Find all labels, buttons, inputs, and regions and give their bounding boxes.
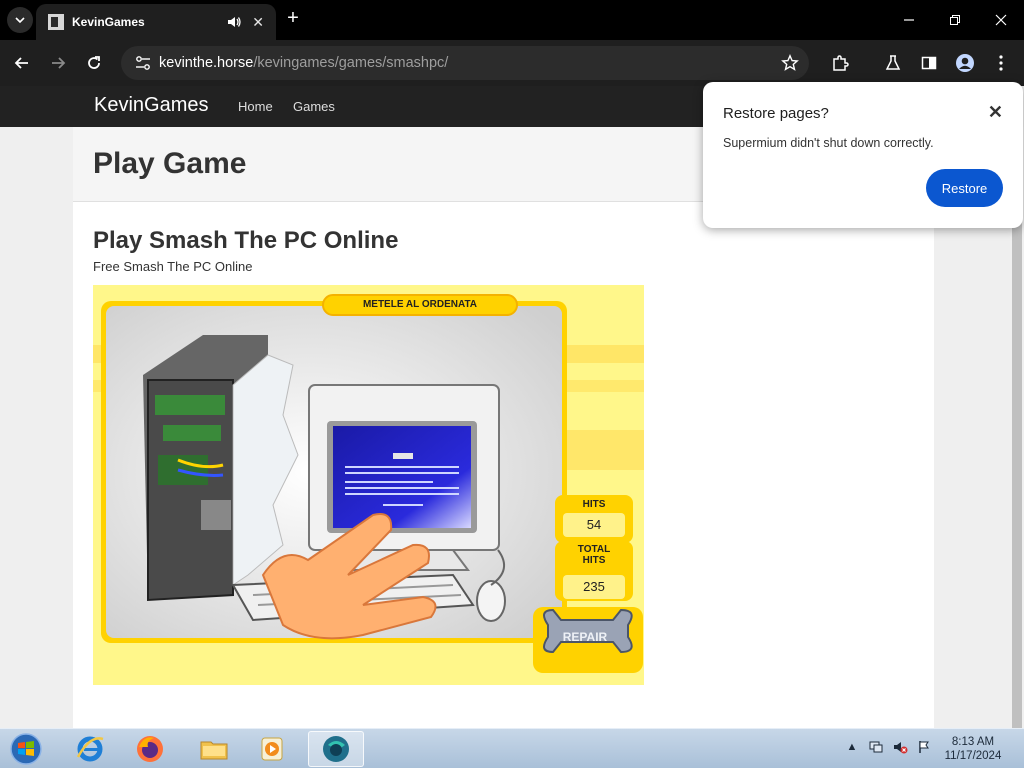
tab-search-button[interactable] [7, 7, 33, 33]
supermium-icon [323, 736, 349, 762]
hits-value: 54 [586, 517, 602, 532]
site-brand[interactable]: KevinGames [94, 94, 209, 117]
media-player-icon [261, 737, 283, 761]
flag-icon [919, 741, 929, 753]
repair-button[interactable]: REPAIR [555, 630, 615, 644]
game-subtitle: Free Smash The PC Online [93, 259, 253, 274]
dialog-close-icon[interactable]: ✕ [988, 102, 1003, 123]
taskbar-internet-explorer[interactable] [62, 731, 118, 767]
address-bar[interactable]: kevinthe.horse/kevingames/games/smashpc/ [121, 46, 809, 80]
nav-games-link[interactable]: Games [293, 99, 335, 114]
game-title: Play Smash The PC Online [93, 227, 399, 254]
profile-avatar-icon [956, 54, 974, 72]
taskbar: ▲ 8:13 AM 11/17/2024 [0, 728, 1024, 768]
url-text: kevinthe.horse/kevingames/games/smashpc/ [159, 55, 448, 71]
labs-button[interactable] [881, 51, 905, 75]
forward-button[interactable] [46, 51, 70, 75]
volume-muted-icon[interactable] [890, 737, 910, 757]
bookmark-star-icon[interactable] [781, 54, 799, 72]
url-path: /kevingames/games/smashpc/ [253, 55, 449, 71]
reload-icon [88, 56, 100, 69]
show-hidden-icons[interactable]: ▲ [842, 737, 862, 757]
game-canvas[interactable]: METELE AL ORDENATA HITS 54 TOTAL HITS 23… [93, 285, 644, 685]
kebab-menu-icon [999, 55, 1003, 71]
extensions-button[interactable] [828, 51, 852, 75]
game-banner: METELE AL ORDENATA [362, 299, 478, 310]
total-hits-value: 235 [583, 579, 605, 594]
close-window-button[interactable] [989, 8, 1013, 32]
reload-button[interactable] [82, 51, 106, 75]
network-monitor-icon [869, 741, 883, 753]
dialog-title: Restore pages? [723, 105, 829, 122]
browser-tab[interactable]: KevinGames ✕ [36, 4, 276, 40]
restore-window-icon [950, 15, 960, 25]
clock-time: 8:13 AM [951, 736, 995, 748]
restore-button[interactable]: Restore [926, 169, 1003, 207]
taskbar-media-player[interactable] [244, 731, 300, 767]
game-scene [93, 294, 644, 673]
start-button[interactable] [8, 732, 44, 766]
tab-title: KevinGames [72, 15, 145, 29]
firefox-icon [137, 736, 163, 762]
tab-strip: KevinGames ✕ + [0, 0, 1024, 40]
page-title: Play Game [93, 147, 247, 180]
minimize-button[interactable] [897, 8, 921, 32]
total-hits-label: TOTAL HITS [577, 544, 611, 566]
taskbar-file-explorer[interactable] [186, 731, 242, 767]
taskbar-browser[interactable] [308, 731, 364, 767]
restore-button[interactable] [943, 8, 967, 32]
new-tab-button[interactable]: + [282, 8, 304, 30]
url-host: kevinthe.horse [159, 55, 254, 71]
screen: KevinGames ✕ + kevinthe.horse/kevingames… [0, 0, 1024, 768]
close-icon [995, 14, 1007, 26]
menu-button[interactable] [989, 51, 1013, 75]
nav-home-link[interactable]: Home [238, 99, 273, 114]
tab-close-icon[interactable]: ✕ [252, 14, 264, 31]
side-panel-button[interactable] [917, 51, 941, 75]
side-panel-icon [921, 56, 937, 70]
arrow-left-icon [14, 57, 28, 69]
arrow-right-icon [52, 57, 66, 69]
taskbar-clock[interactable]: 8:13 AM 11/17/2024 [936, 735, 1010, 763]
speaker-muted-icon [894, 742, 908, 754]
windows-start-icon [10, 733, 42, 765]
restore-pages-dialog: Restore pages? ✕ Supermium didn't shut d… [703, 82, 1023, 228]
hits-label: HITS [582, 499, 606, 510]
profile-button[interactable] [953, 51, 977, 75]
network-icon[interactable] [866, 737, 886, 757]
site-settings-icon[interactable] [133, 53, 153, 73]
chevron-down-icon [15, 17, 25, 24]
minimize-icon [904, 19, 914, 21]
taskbar-firefox[interactable] [122, 731, 178, 767]
internet-explorer-icon [76, 736, 104, 762]
puzzle-icon [833, 55, 849, 71]
dialog-message: Supermium didn't shut down correctly. [723, 136, 934, 150]
clock-date: 11/17/2024 [944, 750, 1002, 762]
speaker-icon[interactable] [226, 14, 242, 30]
folder-icon [200, 741, 228, 760]
back-button[interactable] [10, 51, 34, 75]
action-center-icon[interactable] [914, 737, 934, 757]
kevingames-favicon-icon [48, 14, 64, 30]
scrollbar-thumb[interactable] [1012, 216, 1022, 728]
flask-icon [885, 55, 901, 70]
